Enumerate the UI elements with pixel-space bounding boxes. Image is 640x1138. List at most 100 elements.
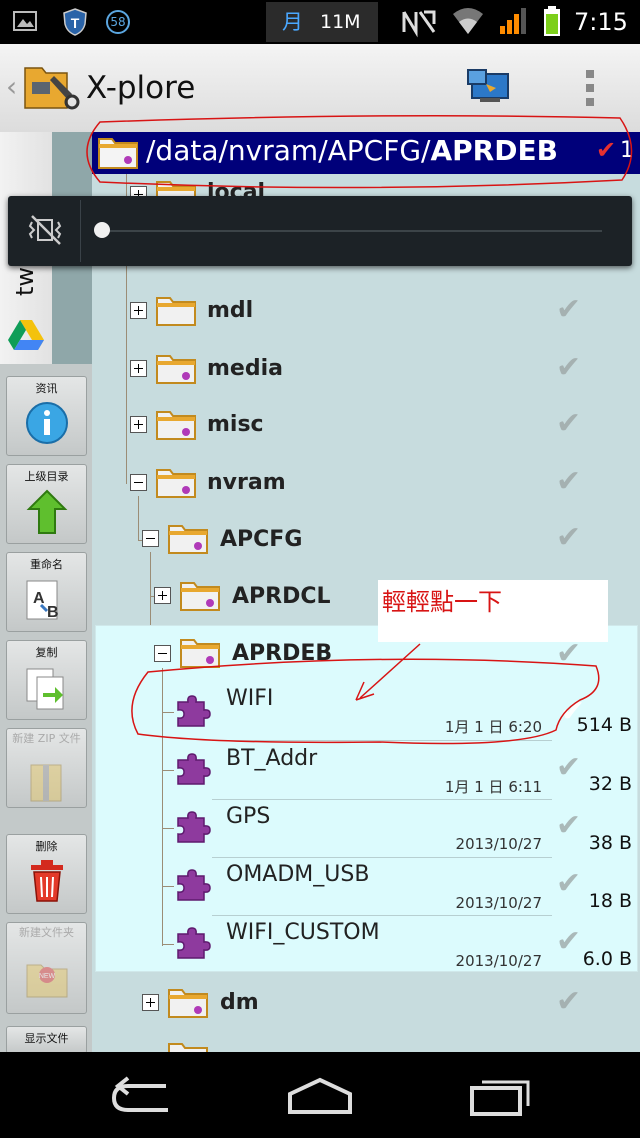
row-divider xyxy=(212,857,552,858)
check-icon[interactable]: ✔ xyxy=(556,984,581,1019)
expand-toggle[interactable] xyxy=(130,360,147,377)
tree-line xyxy=(162,828,174,829)
up-arrow-icon xyxy=(26,489,68,534)
annotation-callout: 輕輕點一下 xyxy=(378,580,608,642)
annotation-text: 輕輕點一下 xyxy=(382,588,502,616)
folder-icon xyxy=(156,355,196,384)
collapse-toggle[interactable] xyxy=(154,645,171,662)
svg-text:B: B xyxy=(47,604,59,621)
puzzle-icon xyxy=(177,869,211,901)
recent-apps-icon[interactable] xyxy=(466,1072,534,1118)
tree-line xyxy=(162,886,174,887)
file-name[interactable]: BT_Addr xyxy=(226,746,317,771)
parent-dir-button[interactable]: 上级目录 xyxy=(6,464,87,544)
new-zip-label: 新建 ZIP 文件 xyxy=(12,732,81,745)
file-date: 2013/10/27 xyxy=(455,952,542,970)
rename-button[interactable]: 重命名 AB xyxy=(6,552,87,632)
back-icon[interactable] xyxy=(108,1074,176,1118)
delete-button[interactable]: 删除 xyxy=(6,834,87,914)
expand-toggle[interactable] xyxy=(130,416,147,433)
info-button[interactable]: 资讯 xyxy=(6,376,87,456)
check-icon[interactable]: ✔ xyxy=(560,694,585,729)
file-size: 38 B xyxy=(588,832,632,854)
collapse-toggle[interactable] xyxy=(130,474,147,491)
expand-toggle[interactable] xyxy=(142,994,159,1011)
folder-icon xyxy=(156,297,196,326)
puzzle-icon xyxy=(177,695,211,727)
folder-open-icon xyxy=(156,469,196,498)
folder-open-icon xyxy=(98,138,138,169)
check-icon[interactable]: ✔ xyxy=(556,350,581,385)
file-date: 2013/10/27 xyxy=(455,835,542,853)
nfc-icon xyxy=(400,0,438,44)
svg-text:T: T xyxy=(71,15,80,31)
row-divider xyxy=(212,915,552,916)
expand-toggle[interactable] xyxy=(130,302,147,319)
file-name[interactable]: OMADM_USB xyxy=(226,862,369,887)
new-folder-icon: NEW xyxy=(26,964,68,998)
folder-name[interactable]: APCFG xyxy=(220,527,302,552)
file-date: 1月 1 日 6:11 xyxy=(444,778,542,796)
file-name[interactable]: GPS xyxy=(226,804,270,829)
file-name[interactable]: WIFI_CUSTOM xyxy=(226,920,380,945)
multi-window-icon[interactable] xyxy=(466,66,514,110)
overflow-menu-icon[interactable] xyxy=(582,68,598,110)
collapse-toggle[interactable] xyxy=(142,530,159,547)
delete-label: 删除 xyxy=(35,840,58,853)
home-icon[interactable] xyxy=(286,1074,354,1118)
copy-button[interactable]: 复制 xyxy=(6,640,87,720)
folder-icon xyxy=(168,989,208,1018)
mute-vibrate-icon[interactable] xyxy=(26,212,66,248)
check-icon[interactable]: ✔ xyxy=(556,520,581,555)
volume-overlay xyxy=(8,196,632,266)
wifi-icon xyxy=(450,0,486,44)
back-caret-icon[interactable]: ‹ xyxy=(6,70,17,103)
folder-name[interactable]: misc xyxy=(207,412,264,437)
app-title: X-plore xyxy=(86,70,196,106)
copy-icon xyxy=(26,668,64,710)
carrier-label: 月 xyxy=(282,10,303,34)
navigation-bar xyxy=(0,1052,640,1138)
folder-name[interactable]: nvram xyxy=(207,470,286,495)
svg-text:A: A xyxy=(33,590,45,607)
file-name[interactable]: WIFI xyxy=(226,686,273,711)
path-bar[interactable]: /data/nvram/APCFG/APRDEB ✔ 1 xyxy=(92,132,640,174)
folder-open-icon xyxy=(180,639,220,668)
file-date: 2013/10/27 xyxy=(455,894,542,912)
show-files-label: 显示文件 xyxy=(24,1032,69,1045)
divider xyxy=(80,200,81,262)
app-logo-icon[interactable] xyxy=(22,58,80,116)
file-date: 1月 1 日 6:20 xyxy=(444,718,542,736)
check-icon[interactable]: ✔ xyxy=(556,924,581,959)
check-icon[interactable]: ✔ xyxy=(556,750,581,785)
row-divider xyxy=(212,799,552,800)
new-zip-button[interactable]: 新建 ZIP 文件 xyxy=(6,728,87,808)
new-folder-label: 新建文件夹 xyxy=(19,926,74,939)
check-icon[interactable]: ✔ xyxy=(556,292,581,327)
rename-icon: AB xyxy=(26,580,59,621)
folder-name[interactable]: dm xyxy=(220,990,259,1015)
tree-line xyxy=(138,496,139,540)
check-icon[interactable]: ✔ xyxy=(556,406,581,441)
file-size: 6.0 B xyxy=(582,948,632,970)
check-icon[interactable]: ✔ xyxy=(556,464,581,499)
folder-name[interactable]: APRDCL xyxy=(232,584,331,609)
check-icon[interactable]: ✔ xyxy=(556,808,581,843)
file-size: 32 B xyxy=(588,773,632,795)
folder-name[interactable]: APRDEB xyxy=(232,641,332,666)
signal-icon xyxy=(498,0,530,44)
tree-line xyxy=(162,770,174,771)
volume-slider-track[interactable] xyxy=(102,230,602,232)
parent-dir-label: 上级目录 xyxy=(24,470,69,483)
folder-name[interactable]: media xyxy=(207,356,283,381)
file-size: 18 B xyxy=(588,890,632,912)
new-folder-button[interactable]: 新建文件夹 NEW xyxy=(6,922,87,1014)
notification-count: 58 xyxy=(110,15,126,29)
path-prefix: /data/nvram/APCFG/ xyxy=(146,134,431,167)
expand-toggle[interactable] xyxy=(154,587,171,604)
folder-name[interactable]: mdl xyxy=(207,298,253,323)
current-path: /data/nvram/APCFG/APRDEB xyxy=(146,134,558,167)
check-icon[interactable]: ✔ xyxy=(556,866,581,901)
volume-slider-thumb[interactable] xyxy=(94,222,110,238)
show-files-button[interactable]: 显示文件 xyxy=(6,1026,87,1054)
